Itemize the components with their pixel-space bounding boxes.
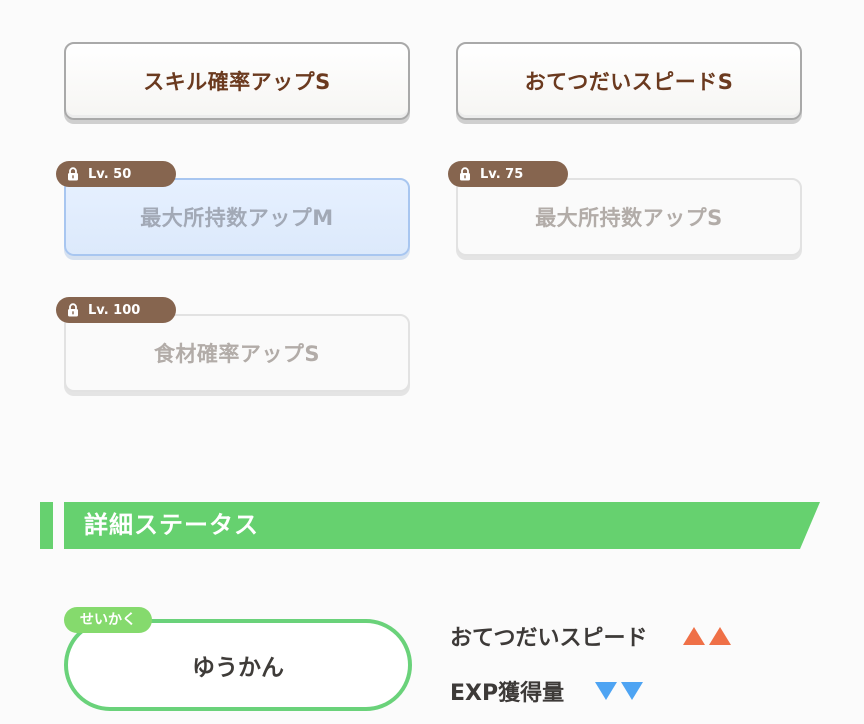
down-arrow-icon <box>621 682 644 700</box>
skill-slot-3-label: 最大所持数アップM <box>140 206 334 230</box>
down-arrow-icon <box>595 682 618 700</box>
lock-level-tag-50: Lv. 50 <box>56 161 176 187</box>
skill-slot-1-label: スキル確率アップS <box>143 70 331 94</box>
lock-icon <box>68 303 78 317</box>
section-title: 詳細ステータス <box>84 511 259 539</box>
skill-slot-5[interactable]: 食材確率アップS <box>64 314 410 392</box>
skill-slot-2-label: おてつだいスピードS <box>524 70 734 94</box>
stat-row-helping-speed: おてつだいスピード <box>450 620 732 652</box>
skill-slot-4[interactable]: 最大所持数アップS <box>456 178 802 256</box>
stat-up-arrows <box>682 626 732 646</box>
lock-level-text: Lv. 75 <box>480 166 524 182</box>
skill-slot-2[interactable]: おてつだいスピードS <box>456 42 802 120</box>
lock-icon <box>68 167 78 181</box>
up-arrow-icon <box>708 627 731 645</box>
section-header-accent <box>40 502 53 549</box>
skill-slot-5-label: 食材確率アップS <box>153 342 321 366</box>
skill-slot-4-label: 最大所持数アップS <box>535 206 723 230</box>
lock-level-tag-100: Lv. 100 <box>56 297 176 323</box>
skill-slot-3[interactable]: 最大所持数アップM <box>64 178 410 256</box>
up-arrow-icon <box>682 627 705 645</box>
section-header: 詳細ステータス <box>40 502 820 549</box>
stat-down-arrows <box>594 681 644 701</box>
lock-level-tag-75: Lv. 75 <box>448 161 568 187</box>
nature-value: ゆうかん <box>192 655 284 681</box>
stat-row-exp: EXP獲得量 <box>450 675 644 707</box>
stat-label: EXP獲得量 <box>450 681 565 706</box>
nature-tag: せいかく <box>64 607 152 633</box>
lock-level-text: Lv. 50 <box>88 166 132 182</box>
lock-level-text: Lv. 100 <box>88 302 141 318</box>
skill-slot-1[interactable]: スキル確率アップS <box>64 42 410 120</box>
lock-icon <box>460 167 470 181</box>
stat-label: おてつだいスピード <box>450 626 648 651</box>
